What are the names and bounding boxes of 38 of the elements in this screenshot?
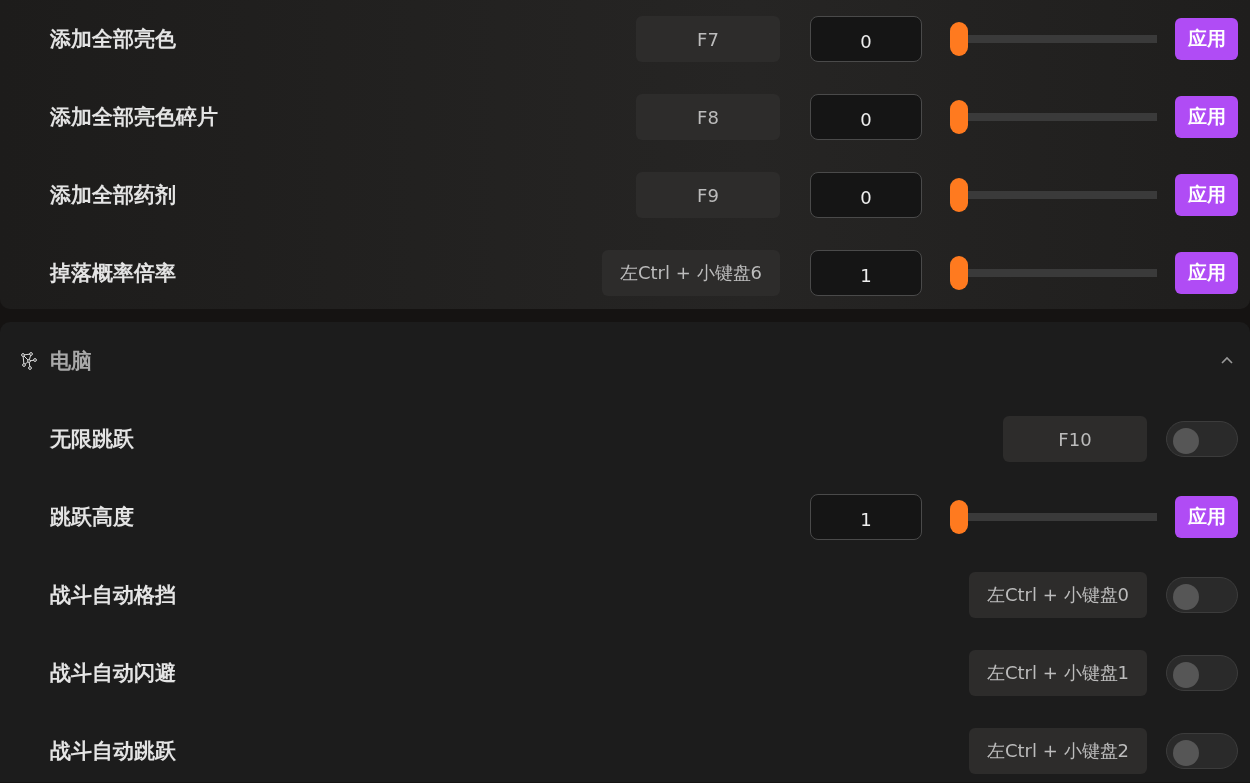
value-input[interactable]: 0 — [810, 94, 922, 140]
slider-thumb[interactable] — [950, 22, 968, 56]
apply-button[interactable]: 应用 — [1175, 96, 1238, 138]
value-input[interactable]: 1 — [810, 494, 922, 540]
option-label: 添加全部亮色 — [50, 26, 176, 53]
hotkey-button[interactable]: 左Ctrl + 小键盘1 — [969, 650, 1147, 696]
apply-button[interactable]: 应用 — [1175, 18, 1238, 60]
value-input[interactable]: 0 — [810, 172, 922, 218]
toggle-switch[interactable] — [1166, 655, 1238, 691]
apply-button[interactable]: 应用 — [1175, 496, 1238, 538]
section-title: 电脑 — [50, 348, 92, 375]
option-label: 战斗自动格挡 — [50, 582, 176, 609]
value-input[interactable]: 1 — [810, 250, 922, 296]
slider-thumb[interactable] — [950, 100, 968, 134]
hotkey-button[interactable]: 左Ctrl + 小键盘2 — [969, 728, 1147, 774]
slider-thumb[interactable] — [950, 178, 968, 212]
hotkey-button[interactable]: 左Ctrl + 小键盘6 — [602, 250, 780, 296]
slider-thumb[interactable] — [950, 256, 968, 290]
toggle-switch[interactable] — [1166, 733, 1238, 769]
option-label: 跳跃高度 — [50, 504, 134, 531]
option-label: 添加全部药剂 — [50, 182, 176, 209]
option-label: 无限跳跃 — [50, 426, 134, 453]
hotkey-button[interactable]: F8 — [636, 94, 780, 140]
option-label: 添加全部亮色碎片 — [50, 104, 218, 131]
hotkey-button[interactable]: F10 — [1003, 416, 1147, 462]
apply-button[interactable]: 应用 — [1175, 252, 1238, 294]
apply-button[interactable]: 应用 — [1175, 174, 1238, 216]
value-input[interactable]: 0 — [810, 16, 922, 62]
toggle-switch[interactable] — [1166, 577, 1238, 613]
option-label: 战斗自动跳跃 — [50, 738, 176, 765]
hotkey-button[interactable]: F7 — [636, 16, 780, 62]
option-label: 战斗自动闪避 — [50, 660, 176, 687]
hotkey-button[interactable]: 左Ctrl + 小键盘0 — [969, 572, 1147, 618]
hotkey-button[interactable]: F9 — [636, 172, 780, 218]
slider-thumb[interactable] — [950, 500, 968, 534]
option-label: 掉落概率倍率 — [50, 260, 176, 287]
toggle-switch[interactable] — [1166, 421, 1238, 457]
network-nodes-icon — [20, 351, 40, 371]
